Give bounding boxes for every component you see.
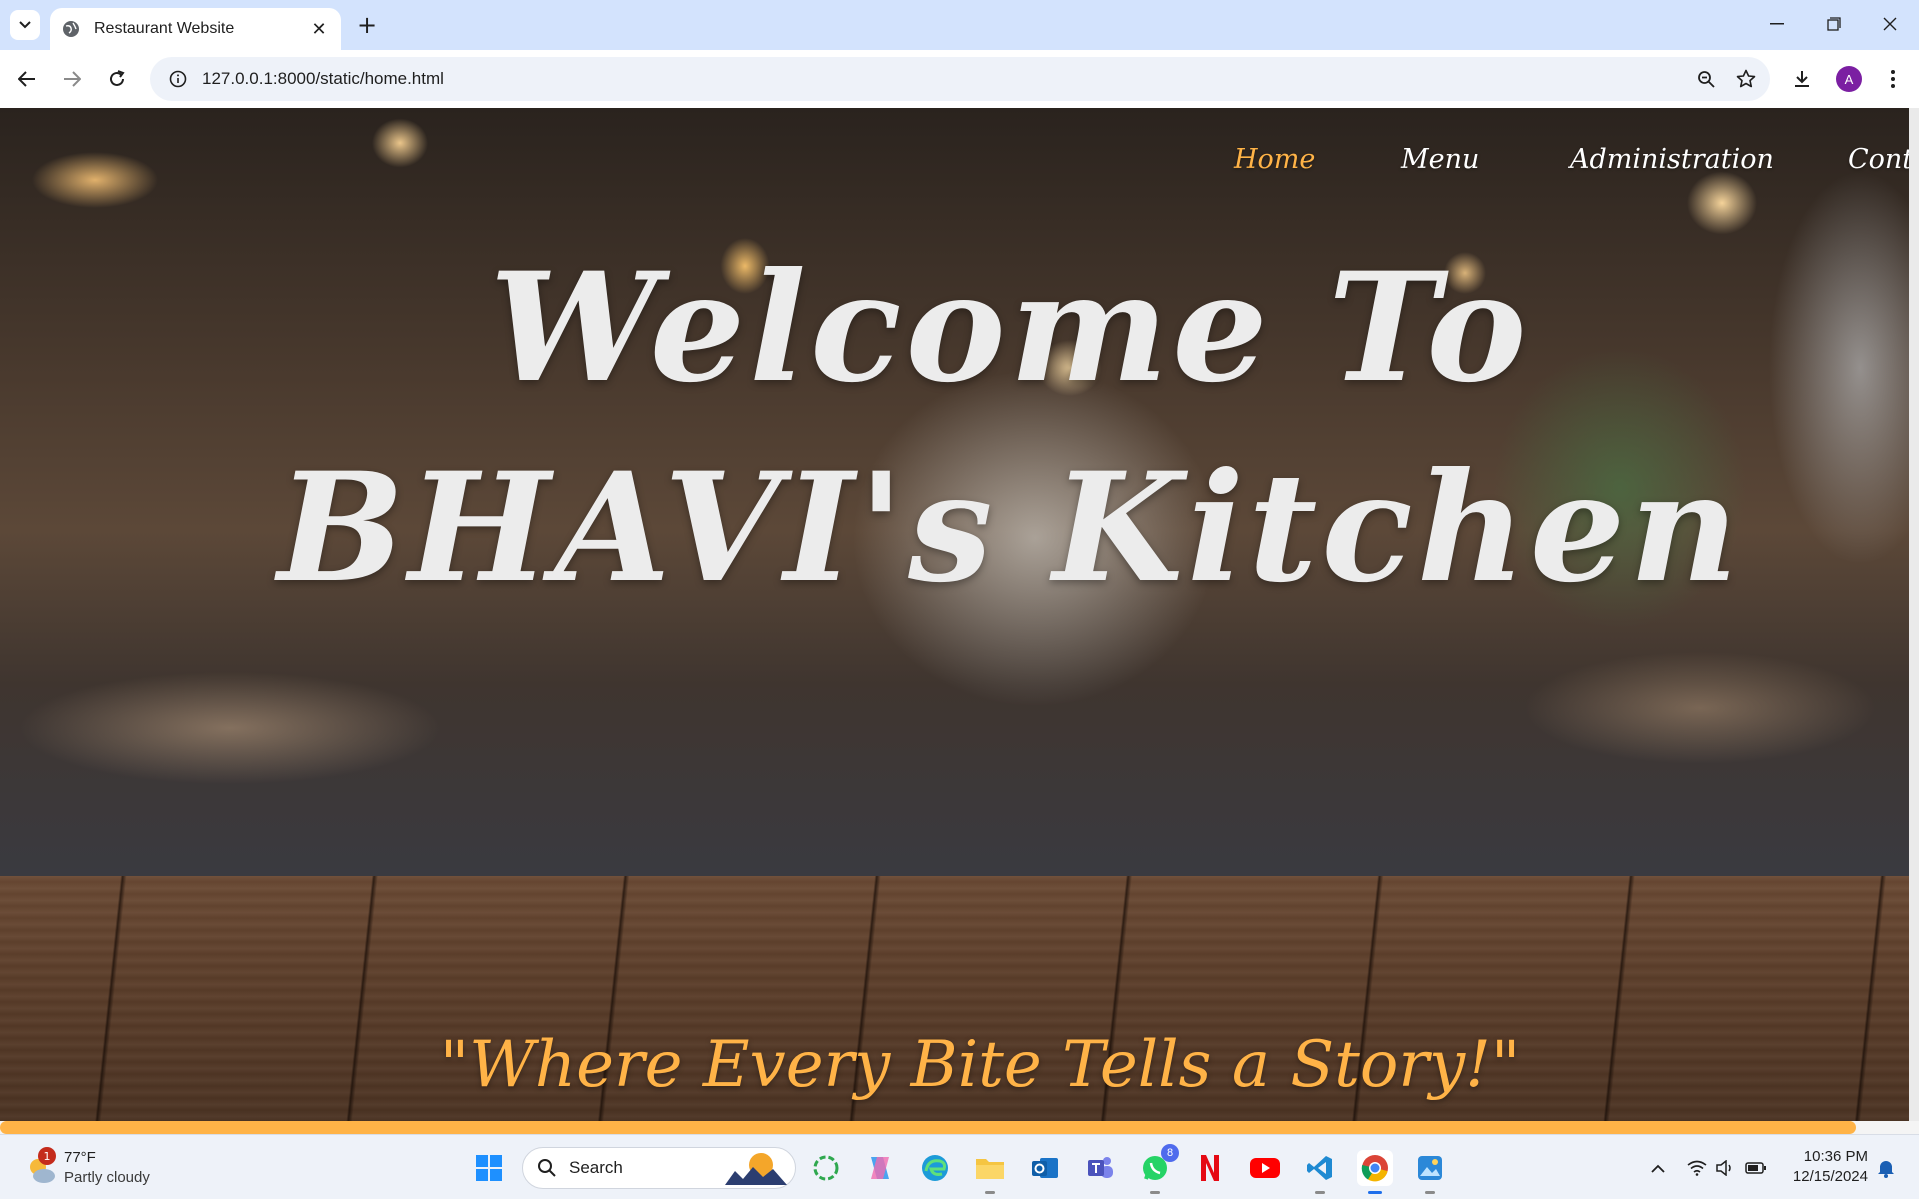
chevron-down-icon bbox=[19, 21, 31, 29]
weather-widget[interactable]: 1 77°F Partly cloudy bbox=[22, 1147, 182, 1189]
vscode-app[interactable] bbox=[1302, 1150, 1338, 1194]
start-button[interactable] bbox=[471, 1150, 507, 1186]
minimize-button[interactable] bbox=[1749, 0, 1805, 48]
info-icon bbox=[169, 70, 187, 88]
running-indicator bbox=[985, 1191, 995, 1194]
weather-alert-badge: 1 bbox=[38, 1147, 56, 1165]
site-navigation: Home Menu Administration Conta bbox=[0, 144, 1919, 204]
copilot-icon bbox=[871, 1157, 889, 1179]
tab-search-button[interactable] bbox=[10, 10, 40, 40]
arrow-right-icon bbox=[64, 71, 81, 87]
forward-button[interactable] bbox=[55, 62, 89, 96]
vertical-scrollbar[interactable] bbox=[1909, 108, 1919, 1121]
system-clock[interactable]: 10:36 PM 12/15/2024 bbox=[1772, 1147, 1868, 1187]
netflix-icon bbox=[1201, 1155, 1219, 1181]
running-indicator-active bbox=[1368, 1191, 1382, 1194]
site-info-button[interactable] bbox=[158, 59, 198, 99]
clock-date: 12/15/2024 bbox=[1792, 1168, 1868, 1185]
copilot-ring-app[interactable] bbox=[808, 1150, 844, 1186]
page-viewport: Home Menu Administration Conta Welcome T… bbox=[0, 108, 1919, 1134]
youtube-app[interactable] bbox=[1247, 1150, 1283, 1186]
url-text[interactable]: 127.0.0.1:8000/static/home.html bbox=[202, 69, 1686, 89]
youtube-icon bbox=[1250, 1158, 1280, 1178]
chrome-icon bbox=[1361, 1155, 1388, 1182]
browser-menu-button[interactable] bbox=[1876, 62, 1910, 96]
teams-app[interactable] bbox=[1082, 1150, 1118, 1186]
zoom-out-icon bbox=[1698, 71, 1715, 88]
chrome-app[interactable] bbox=[1357, 1150, 1393, 1194]
browser-tab-active[interactable]: Restaurant Website ✕ bbox=[50, 8, 341, 50]
downloads-button[interactable] bbox=[1785, 62, 1819, 96]
arrow-left-icon bbox=[18, 71, 35, 87]
browser-toolbar: 127.0.0.1:8000/static/home.html bbox=[0, 50, 1919, 108]
search-label: Search bbox=[569, 1158, 623, 1177]
circle-arrows-icon bbox=[813, 1155, 839, 1181]
photos-icon bbox=[1418, 1156, 1442, 1180]
minimize-icon bbox=[1770, 23, 1784, 25]
more-vertical-icon bbox=[1891, 70, 1895, 88]
outlook-app[interactable] bbox=[1027, 1150, 1063, 1186]
chevron-up-icon bbox=[1651, 1164, 1665, 1173]
weather-condition: Partly cloudy bbox=[64, 1169, 150, 1186]
nav-link-administration[interactable]: Administration bbox=[1570, 144, 1774, 175]
globe-icon bbox=[63, 21, 79, 37]
browser-tab-bar: Restaurant Website ✕ + bbox=[0, 0, 1919, 50]
running-indicator bbox=[1425, 1191, 1435, 1194]
horizontal-scrollbar-thumb[interactable] bbox=[0, 1121, 1856, 1134]
nav-link-menu[interactable]: Menu bbox=[1401, 144, 1479, 175]
wifi-icon bbox=[1687, 1160, 1707, 1176]
zoom-button[interactable] bbox=[1686, 59, 1726, 99]
weather-temperature: 77°F bbox=[64, 1149, 96, 1166]
restore-icon bbox=[1827, 17, 1841, 31]
nav-link-home[interactable]: Home bbox=[1234, 144, 1315, 175]
file-explorer-app[interactable] bbox=[972, 1150, 1008, 1194]
profile-avatar[interactable]: A bbox=[1836, 66, 1862, 92]
clock-time: 10:36 PM bbox=[1803, 1148, 1868, 1165]
hero-title: Welcome To BHAVI's Kitchen bbox=[277, 240, 1743, 616]
close-icon bbox=[1883, 17, 1897, 31]
hero-tagline: "Where Every Bite Tells a Story!" bbox=[439, 1028, 1521, 1102]
bookmark-button[interactable] bbox=[1726, 59, 1766, 99]
running-indicator bbox=[1150, 1191, 1160, 1194]
battery-icon bbox=[1745, 1162, 1766, 1174]
vscode-icon bbox=[1307, 1156, 1332, 1180]
reload-icon bbox=[110, 70, 125, 86]
show-hidden-icons-button[interactable] bbox=[1640, 1150, 1676, 1186]
edge-icon bbox=[922, 1155, 948, 1181]
windows-logo-icon bbox=[476, 1155, 502, 1181]
running-indicator bbox=[1315, 1191, 1325, 1194]
tab-title: Restaurant Website bbox=[94, 20, 235, 37]
speaker-icon bbox=[1716, 1160, 1731, 1176]
search-icon bbox=[538, 1159, 556, 1177]
reload-button[interactable] bbox=[100, 62, 134, 96]
tab-close-icon[interactable]: ✕ bbox=[309, 19, 329, 40]
download-icon bbox=[1795, 71, 1809, 87]
search-highlight-icon bbox=[725, 1153, 787, 1185]
address-bar[interactable]: 127.0.0.1:8000/static/home.html bbox=[150, 57, 1770, 101]
teams-icon bbox=[1088, 1157, 1113, 1178]
edge-app[interactable] bbox=[917, 1150, 953, 1186]
whatsapp-notification-badge: 8 bbox=[1161, 1144, 1179, 1162]
battery-status[interactable] bbox=[1738, 1150, 1774, 1186]
windows-taskbar: 1 77°F Partly cloudy Search 8 10:36 PM 1… bbox=[0, 1134, 1919, 1199]
netflix-app[interactable] bbox=[1192, 1150, 1228, 1186]
taskbar-search-box[interactable]: Search bbox=[522, 1147, 796, 1189]
back-button[interactable] bbox=[10, 62, 44, 96]
whatsapp-app[interactable]: 8 bbox=[1137, 1144, 1179, 1194]
outlook-icon bbox=[1032, 1158, 1058, 1178]
bell-icon bbox=[1878, 1161, 1894, 1178]
new-tab-button[interactable]: + bbox=[352, 10, 382, 40]
restore-button[interactable] bbox=[1806, 0, 1862, 48]
folder-icon bbox=[976, 1159, 1004, 1179]
close-window-button[interactable] bbox=[1862, 0, 1918, 48]
notifications-button[interactable] bbox=[1868, 1150, 1904, 1186]
copilot-app[interactable] bbox=[862, 1150, 898, 1186]
star-icon bbox=[1736, 69, 1756, 88]
photos-app[interactable] bbox=[1412, 1150, 1448, 1194]
